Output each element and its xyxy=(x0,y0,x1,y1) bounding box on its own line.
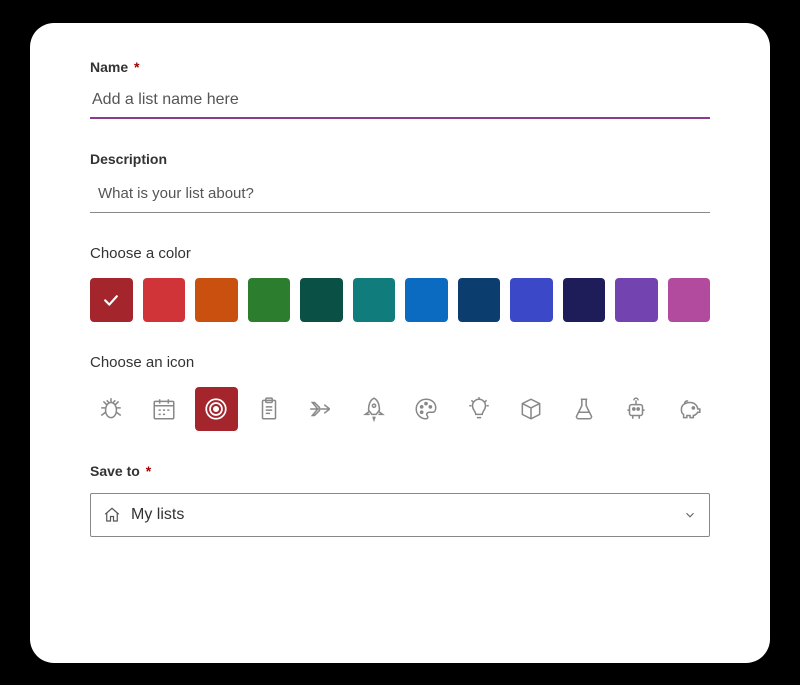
clipboard-icon xyxy=(256,396,282,422)
color-swatch-indigo[interactable] xyxy=(510,278,553,322)
description-label: Description xyxy=(90,151,710,167)
color-swatch-red[interactable] xyxy=(143,278,186,322)
bug-icon xyxy=(98,396,124,422)
name-input[interactable] xyxy=(90,85,710,119)
name-field: Name * xyxy=(90,59,710,119)
icon-option-calendar[interactable] xyxy=(143,387,186,431)
icon-row xyxy=(90,387,710,431)
color-label: Choose a color xyxy=(90,245,710,262)
save-to-label-text: Save to xyxy=(90,463,140,479)
icon-option-robot[interactable] xyxy=(615,387,658,431)
description-input[interactable] xyxy=(90,177,710,213)
color-swatch-dark-teal[interactable] xyxy=(300,278,343,322)
flask-icon xyxy=(571,396,597,422)
icon-option-bug[interactable] xyxy=(90,387,133,431)
color-swatch-blue[interactable] xyxy=(405,278,448,322)
piggy-bank-icon xyxy=(676,396,702,422)
save-to-select[interactable]: My lists xyxy=(90,493,710,537)
lightbulb-icon xyxy=(466,396,492,422)
color-swatch-orange[interactable] xyxy=(195,278,238,322)
airplane-icon xyxy=(308,396,334,422)
check-icon xyxy=(101,290,121,310)
icon-option-piggy-bank[interactable] xyxy=(668,387,711,431)
save-to-label: Save to * xyxy=(90,463,710,479)
robot-icon xyxy=(623,396,649,422)
icon-option-target[interactable] xyxy=(195,387,238,431)
save-to-selected: My lists xyxy=(131,506,184,524)
required-mark: * xyxy=(134,59,139,75)
color-swatch-navy[interactable] xyxy=(563,278,606,322)
name-label: Name * xyxy=(90,59,710,75)
cube-icon xyxy=(518,396,544,422)
calendar-icon xyxy=(151,396,177,422)
color-swatch-row xyxy=(90,278,710,322)
icon-field: Choose an icon xyxy=(90,354,710,431)
name-label-text: Name xyxy=(90,59,128,75)
icon-option-airplane[interactable] xyxy=(300,387,343,431)
color-swatch-magenta[interactable] xyxy=(668,278,711,322)
description-field: Description xyxy=(90,151,710,213)
icon-option-cube[interactable] xyxy=(510,387,553,431)
icon-option-clipboard[interactable] xyxy=(248,387,291,431)
create-list-panel: Name * Description Choose a color Choose… xyxy=(30,23,770,663)
icon-option-palette[interactable] xyxy=(405,387,448,431)
required-mark: * xyxy=(146,463,151,479)
color-swatch-teal[interactable] xyxy=(353,278,396,322)
color-swatch-green[interactable] xyxy=(248,278,291,322)
color-swatch-dark-red[interactable] xyxy=(90,278,133,322)
color-field: Choose a color xyxy=(90,245,710,322)
chevron-down-icon xyxy=(683,508,697,522)
rocket-icon xyxy=(361,396,387,422)
icon-option-rocket[interactable] xyxy=(353,387,396,431)
save-to-field: Save to * My lists xyxy=(90,463,710,537)
icon-option-lightbulb[interactable] xyxy=(458,387,501,431)
home-icon xyxy=(103,506,121,524)
color-swatch-purple[interactable] xyxy=(615,278,658,322)
icon-option-flask[interactable] xyxy=(563,387,606,431)
target-icon xyxy=(203,396,229,422)
color-swatch-dark-blue[interactable] xyxy=(458,278,501,322)
palette-icon xyxy=(413,396,439,422)
icon-label: Choose an icon xyxy=(90,354,710,371)
